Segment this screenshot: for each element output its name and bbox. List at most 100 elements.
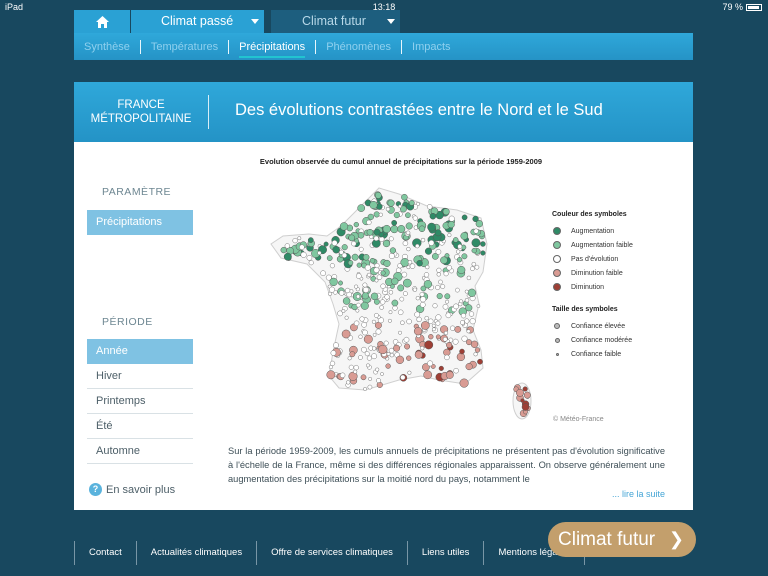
station-symbol: [406, 318, 412, 325]
station-symbol: [383, 340, 389, 346]
station-symbol: [389, 247, 397, 254]
station-symbol: [404, 343, 411, 350]
precipitation-map-figure: Evolution observée du cumul annuel de pr…: [229, 154, 680, 429]
station-symbol: [362, 282, 368, 288]
station-symbol: [362, 254, 370, 261]
period-label: PÉRIODE: [102, 316, 153, 328]
station-symbol: [434, 229, 442, 237]
station-symbol: [453, 303, 459, 310]
station-symbol: [398, 330, 402, 335]
station-symbol: [385, 363, 391, 369]
parameter-precipitations-button[interactable]: Précipitations: [87, 210, 193, 235]
station-symbol: [405, 230, 411, 236]
footer-contact[interactable]: Contact: [74, 541, 136, 565]
station-symbol: [420, 321, 430, 330]
station-symbol: [292, 237, 298, 244]
station-symbol: [449, 325, 456, 331]
station-symbol: [423, 272, 430, 278]
station-symbol: [442, 336, 448, 342]
station-symbol: [408, 200, 415, 206]
subnav-synthese[interactable]: Synthèse: [84, 40, 140, 54]
station-symbol: [444, 253, 450, 259]
station-symbol: [406, 246, 411, 252]
station-symbol: [363, 334, 373, 344]
tab-climat-futur[interactable]: Climat futur: [271, 10, 400, 33]
tab-climat-passe[interactable]: Climat passé: [131, 10, 264, 33]
station-symbol: [356, 294, 361, 299]
climat-futur-button[interactable]: Climat futur ❯: [548, 522, 696, 557]
legend-swatch: [553, 227, 561, 235]
region-line1: FRANCE: [117, 99, 165, 111]
subnav-phenomenes[interactable]: Phénomènes: [315, 39, 401, 54]
station-symbol: [280, 246, 287, 254]
tab-climat-passe-label: Climat passé: [161, 14, 234, 28]
station-symbol: [432, 303, 438, 309]
legend-label: Confiance modérée: [571, 336, 633, 344]
station-symbol: [360, 301, 369, 310]
station-symbol: [384, 294, 390, 300]
subnav-precipitations[interactable]: Précipitations: [228, 39, 315, 58]
legend-label: Confiance faible: [571, 350, 622, 358]
station-symbol: [414, 350, 423, 359]
subnav-impacts[interactable]: Impacts: [401, 39, 461, 54]
read-more-link[interactable]: ... lire la suite: [612, 489, 665, 499]
station-symbol: [456, 352, 466, 362]
station-symbol: [297, 236, 302, 241]
period-annee-button[interactable]: Année: [87, 339, 193, 364]
station-symbol: [455, 287, 460, 293]
station-symbol: [444, 293, 451, 300]
station-symbol: [356, 262, 362, 268]
station-symbol: [393, 212, 400, 219]
station-symbol: [464, 297, 470, 303]
station-symbol: [326, 255, 333, 261]
station-symbol: [344, 287, 351, 294]
station-symbol: [476, 304, 481, 308]
station-symbol: [471, 238, 481, 248]
station-symbol: [330, 350, 337, 356]
station-symbol: [419, 301, 426, 308]
station-symbol: [459, 348, 465, 355]
station-symbol: [480, 241, 486, 247]
legend-size-swatch: [554, 323, 560, 329]
station-symbol: [358, 334, 363, 339]
station-symbol: [380, 299, 386, 305]
footer-liens-utiles[interactable]: Liens utiles: [406, 541, 484, 565]
period-automne-button[interactable]: Automne: [87, 439, 193, 464]
period-hiver-button[interactable]: Hiver: [87, 364, 193, 389]
station-symbol: [473, 228, 479, 234]
station-symbol: [371, 353, 378, 360]
period-printemps-button[interactable]: Printemps: [87, 389, 193, 414]
station-symbol: [353, 221, 359, 228]
station-symbol: [426, 204, 433, 210]
home-button[interactable]: [74, 10, 130, 33]
station-symbol: [456, 249, 461, 254]
station-symbol: [429, 212, 437, 220]
station-symbol: [339, 372, 346, 379]
station-symbol: [425, 264, 430, 270]
legend-augmentation: Augmentation: [552, 224, 633, 238]
period-ete-button[interactable]: Été: [87, 414, 193, 439]
station-symbol: [415, 296, 420, 301]
station-symbol: [470, 340, 479, 348]
station-symbol: [523, 391, 531, 399]
station-symbol: [361, 346, 367, 353]
station-symbol: [388, 236, 394, 242]
station-symbol: [380, 283, 386, 289]
station-symbol: [329, 277, 338, 287]
station-symbol: [415, 243, 420, 249]
more-info-link[interactable]: ? En savoir plus: [89, 483, 175, 496]
panel-header: FRANCE MÉTROPOLITAINE Des évolutions con…: [74, 82, 693, 142]
station-symbol: [351, 241, 357, 247]
footer-actualites[interactable]: Actualités climatiques: [135, 541, 256, 565]
station-symbol: [332, 245, 340, 254]
station-symbol: [407, 370, 412, 375]
station-symbol: [341, 329, 351, 339]
station-symbol: [357, 355, 363, 360]
subnav-temperatures[interactable]: Températures: [139, 39, 228, 54]
footer-offre-services[interactable]: Offre de services climatiques: [256, 541, 407, 565]
region-label: FRANCE MÉTROPOLITAINE: [74, 98, 208, 126]
station-symbol: [521, 403, 530, 411]
station-symbol: [516, 388, 524, 397]
station-symbol: [406, 355, 412, 361]
station-symbol: [373, 312, 379, 318]
